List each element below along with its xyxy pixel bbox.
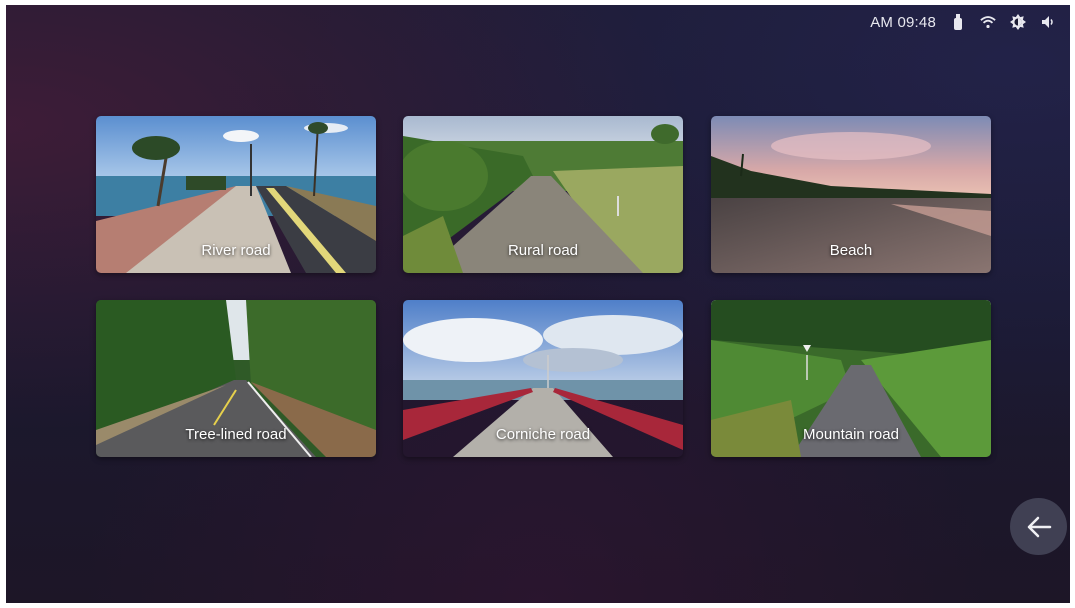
back-button[interactable]: [1010, 498, 1067, 555]
scene-tile-corniche-road[interactable]: Corniche road: [403, 300, 683, 457]
scene-tile-river-road[interactable]: River road: [96, 116, 376, 273]
screen: AM 09:48 River road Rural road Beach Tre…: [6, 5, 1070, 603]
scene-grid: River road Rural road Beach Tree-lined r…: [6, 5, 1070, 603]
scene-label: Beach: [829, 242, 873, 259]
scene-tile-beach[interactable]: Beach: [711, 116, 991, 273]
scene-label: Mountain road: [803, 426, 899, 443]
scene-label: River road: [201, 242, 271, 259]
scene-tile-tree-lined-road[interactable]: Tree-lined road: [96, 300, 376, 457]
scene-label: Tree-lined road: [185, 426, 287, 443]
arrow-left-icon: [1027, 516, 1051, 537]
scene-label: Rural road: [507, 242, 579, 259]
scene-tile-mountain-road[interactable]: Mountain road: [711, 300, 991, 457]
scene-tile-rural-road[interactable]: Rural road: [403, 116, 683, 273]
scene-label: Corniche road: [495, 426, 591, 443]
